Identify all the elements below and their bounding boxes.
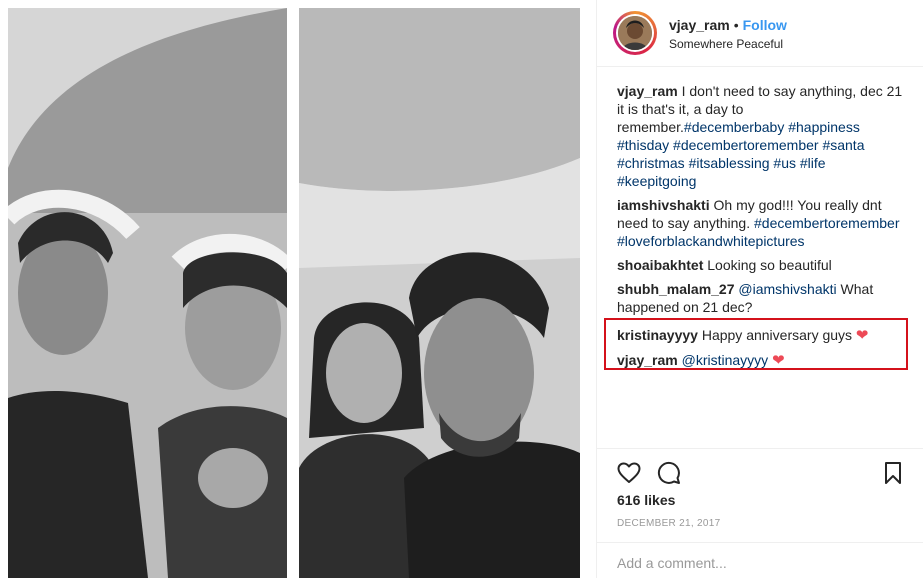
- comment-username[interactable]: shubh_malam_27: [617, 281, 735, 297]
- action-bar: [597, 448, 923, 495]
- hashtag[interactable]: #keepitgoing: [617, 173, 696, 189]
- caption: vjay_ram I don't need to say anything, d…: [617, 82, 907, 190]
- avatar[interactable]: [613, 11, 657, 55]
- post-header: vjay_ram • Follow Somewhere Peaceful: [597, 0, 923, 67]
- hashtag[interactable]: #life: [800, 155, 826, 171]
- hashtag[interactable]: #us: [773, 155, 796, 171]
- photo-couple-right: [299, 8, 580, 578]
- post-location[interactable]: Somewhere Peaceful: [669, 37, 783, 51]
- hashtag[interactable]: #santa: [822, 137, 864, 153]
- comment-item: iamshivshakti Oh my god!!! You really dn…: [617, 196, 907, 250]
- header-username[interactable]: vjay_ram: [669, 17, 730, 33]
- hashtag[interactable]: #christmas: [617, 155, 685, 171]
- separator-dot: •: [733, 17, 739, 33]
- hashtag[interactable]: #itsablessing: [689, 155, 770, 171]
- add-comment-section: [597, 542, 923, 579]
- hashtag[interactable]: #decembertoremember: [754, 215, 900, 231]
- comment-username[interactable]: shoaibakhtet: [617, 257, 703, 273]
- post-date[interactable]: DECEMBER 21, 2017: [617, 518, 720, 529]
- hashtag[interactable]: #decembertoremember: [673, 137, 819, 153]
- comment-item: shubh_malam_27 @iamshivshakti What happe…: [617, 280, 907, 316]
- follow-button[interactable]: Follow: [743, 17, 787, 33]
- comment-username[interactable]: iamshivshakti: [617, 197, 710, 213]
- photo-couple-left: [8, 8, 287, 578]
- add-comment-input[interactable]: [617, 555, 907, 571]
- hashtag[interactable]: #loveforblackandwhitepictures: [617, 233, 805, 249]
- post-photo[interactable]: [0, 0, 596, 578]
- header-username-row: vjay_ram • Follow: [669, 17, 787, 33]
- comment-item: shoaibakhtet Looking so beautiful: [617, 256, 907, 274]
- heart-outline-icon[interactable]: [617, 461, 641, 485]
- post-side-panel: vjay_ram • Follow Somewhere Peaceful vjay_…: [597, 0, 923, 578]
- bookmark-icon[interactable]: [881, 461, 905, 485]
- hashtag[interactable]: #happiness: [788, 119, 860, 135]
- likes-count[interactable]: 616 likes: [617, 492, 675, 508]
- comment-bubble-icon[interactable]: [657, 461, 681, 485]
- hashtag[interactable]: #thisday: [617, 137, 669, 153]
- highlight-box: [604, 318, 908, 370]
- mention[interactable]: @iamshivshakti: [738, 281, 836, 297]
- hashtag[interactable]: #decemberbaby: [684, 119, 784, 135]
- comment-username[interactable]: vjay_ram: [617, 83, 678, 99]
- comment-text: Looking so beautiful: [703, 257, 832, 273]
